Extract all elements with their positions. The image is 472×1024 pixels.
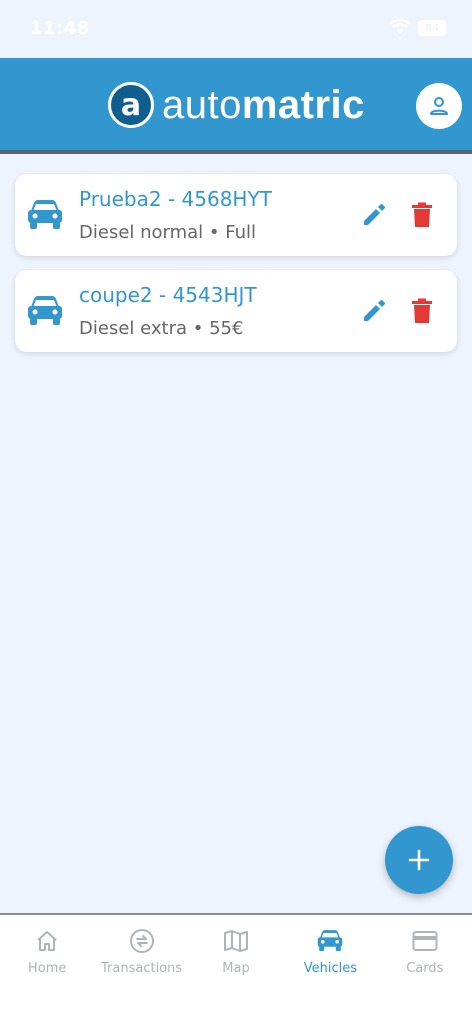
plus-icon	[408, 849, 430, 871]
logo-badge: a	[108, 82, 154, 128]
nav-label-map: Map	[222, 961, 250, 976]
battery-icon: 84	[418, 20, 446, 36]
vehicle-card[interactable]: Prueba2 - 4568HYT Diesel normal • Full	[15, 174, 457, 256]
add-vehicle-button[interactable]	[385, 826, 453, 894]
nav-item-map[interactable]: Map	[189, 915, 283, 1024]
edit-icon[interactable]	[361, 202, 387, 228]
vehicle-subtitle: Diesel extra • 55€	[79, 318, 244, 339]
vehicle-title: coupe2 - 4543HJT	[79, 283, 257, 307]
logo-text-bold: matric	[241, 82, 365, 127]
nav-label-vehicles: Vehicles	[303, 961, 358, 976]
nav-item-home[interactable]: Home	[0, 915, 94, 1024]
vehicle-subtitle: Diesel normal • Full	[79, 222, 257, 243]
vehicle-card[interactable]: coupe2 - 4543HJT Diesel extra • 55€	[15, 270, 457, 352]
profile-button[interactable]	[416, 83, 462, 129]
status-icons: 84	[390, 20, 446, 36]
trash-icon[interactable]	[411, 202, 433, 228]
vehicle-title: Prueba2 - 4568HYT	[79, 187, 272, 211]
nav-label-cards: Cards	[406, 961, 444, 976]
car-icon	[28, 200, 62, 229]
nav-item-cards[interactable]: Cards	[378, 915, 472, 1024]
card-icon	[412, 931, 438, 951]
header-divider	[0, 150, 472, 154]
user-icon	[430, 97, 448, 115]
wifi-icon	[390, 20, 410, 34]
map-icon	[224, 930, 249, 952]
nav-label-home: Home	[28, 961, 67, 976]
app-logo: a automatric	[108, 82, 365, 128]
logo-text: automatric	[162, 83, 365, 128]
trash-icon[interactable]	[411, 298, 433, 324]
home-icon	[37, 931, 57, 951]
app-header: a automatric	[0, 58, 472, 150]
bottom-nav: Home Transactions Map Vehicles Cards	[0, 913, 472, 1024]
nav-item-vehicles[interactable]: Vehicles	[283, 915, 377, 1024]
vehicle-list: Prueba2 - 4568HYT Diesel normal • Full c…	[15, 174, 457, 366]
status-time: 11:48	[30, 18, 90, 39]
nav-label-transactions: Transactions	[101, 961, 183, 976]
car-icon	[318, 930, 343, 952]
car-icon	[28, 296, 62, 325]
nav-item-transactions[interactable]: Transactions	[94, 915, 188, 1024]
battery-level: 84	[425, 22, 439, 34]
edit-icon[interactable]	[361, 298, 387, 324]
transactions-icon	[129, 929, 154, 953]
status-bar: 11:48 84	[0, 0, 472, 58]
logo-text-light: auto	[162, 82, 242, 127]
